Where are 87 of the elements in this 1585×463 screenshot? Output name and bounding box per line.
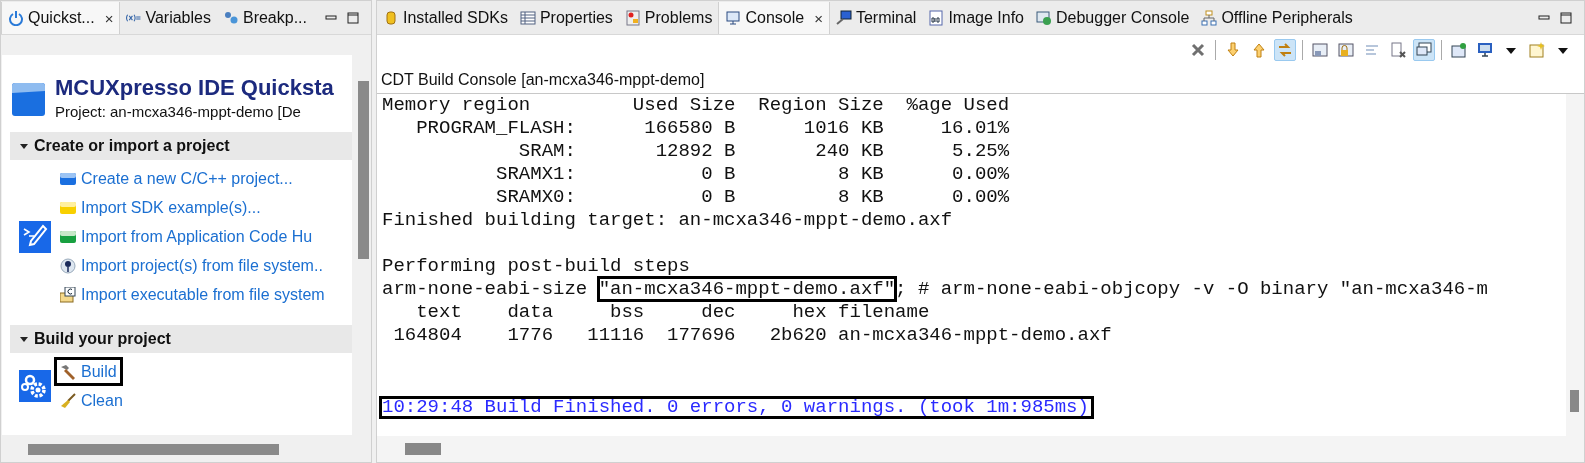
debug-icon bbox=[1036, 10, 1052, 26]
tab-label[interactable]: Breakp... bbox=[242, 9, 307, 27]
table-icon bbox=[519, 10, 536, 26]
caret-icon[interactable] bbox=[20, 142, 28, 150]
monitor-icon bbox=[1477, 42, 1493, 58]
pin-icon bbox=[60, 257, 76, 274]
word-wrap-icon bbox=[1364, 42, 1380, 58]
binary-file-icon bbox=[928, 10, 945, 26]
cylinder-icon bbox=[383, 10, 399, 26]
section-header[interactable]: Build your project bbox=[10, 325, 352, 353]
monitor-icon bbox=[725, 10, 742, 26]
quickstart-link[interactable]: Import SDK example(s)... bbox=[54, 193, 267, 222]
tab[interactable]: Debugger Console bbox=[1030, 2, 1196, 34]
tab-label[interactable]: Image Info bbox=[948, 9, 1024, 27]
tab-label[interactable]: Properties bbox=[539, 9, 613, 27]
tab-label[interactable]: Problems bbox=[644, 9, 713, 27]
quickstart-link[interactable]: Build bbox=[54, 357, 123, 386]
folder-icon bbox=[60, 170, 76, 187]
console-line: SRAM: 12892 B 240 KB 5.25% bbox=[517, 140, 1010, 163]
tab[interactable]: Installed SDKs bbox=[377, 2, 514, 34]
console-line: Finished building target: an-mcxa346-mppt-demo.axf bbox=[382, 209, 953, 232]
tab[interactable]: Offline Peripherals bbox=[1195, 2, 1359, 34]
quickstart-link[interactable]: Create a new C/C++ project... bbox=[54, 164, 299, 193]
power-icon bbox=[8, 10, 24, 26]
quickstart-link[interactable]: Import from Application Code Hu bbox=[54, 222, 319, 251]
tab[interactable]: Terminal bbox=[829, 2, 923, 34]
console-line: Memory region Used Size Region Size %age Used bbox=[382, 94, 1010, 117]
tab[interactable]: Quickst... × bbox=[1, 2, 121, 34]
tab-label[interactable]: Offline Peripherals bbox=[1221, 9, 1353, 27]
scrollbar[interactable] bbox=[1566, 94, 1584, 436]
swap-arrows-icon bbox=[1277, 42, 1293, 58]
pencil-icon bbox=[19, 220, 51, 253]
executable-file-icon bbox=[60, 286, 76, 303]
clear-console-icon bbox=[1390, 42, 1406, 58]
tab[interactable]: Variables bbox=[120, 2, 217, 34]
console-text: ; # arm-none-eabi-objcopy -v -O binary "an-mcxa346-m bbox=[895, 278, 1488, 300]
console-line: 164804 1776 11116 177696 2b620 an-mcxa346-mppt-demo.axf bbox=[392, 324, 1112, 347]
scrollbar[interactable] bbox=[377, 436, 1584, 462]
tab[interactable]: Image Info bbox=[922, 2, 1030, 34]
folder-icon bbox=[60, 199, 76, 216]
project-label: Project: an-mcxa346-mppt-demo [De bbox=[55, 103, 302, 120]
hierarchy-icon bbox=[1201, 10, 1218, 26]
console-title: CDT Build Console [an-mcxa346-mppt-demo] bbox=[377, 65, 1584, 93]
highlighted-text: "an-mcxa346-mppt-demo.axf" bbox=[598, 278, 896, 300]
save-icon bbox=[1312, 42, 1328, 58]
section-header[interactable]: Create or import a project bbox=[10, 132, 352, 160]
tab[interactable]: Console × bbox=[718, 2, 830, 34]
tab-label[interactable]: Variables bbox=[145, 9, 211, 27]
breakpoints-icon bbox=[222, 10, 239, 26]
quickstart-link[interactable]: Import project(s) from file system.. bbox=[54, 251, 329, 280]
console-text: arm-none-eabi-size bbox=[382, 278, 589, 300]
tab[interactable]: Properties bbox=[513, 2, 619, 34]
page-title: MCUXpresso IDE Quicksta bbox=[55, 75, 334, 101]
tab-label[interactable]: Console bbox=[745, 9, 805, 27]
pin-icon bbox=[1451, 42, 1467, 58]
console-line: Performing post-build steps bbox=[382, 255, 690, 278]
tab-label[interactable]: Installed SDKs bbox=[403, 9, 508, 27]
tab-label[interactable]: Debugger Console bbox=[1056, 9, 1190, 27]
tab[interactable]: Problems bbox=[618, 2, 719, 34]
quickstart-link[interactable]: Import executable from file system bbox=[54, 280, 331, 309]
folder-icon bbox=[60, 228, 76, 245]
variables-icon bbox=[126, 14, 142, 22]
tab-label[interactable]: Terminal bbox=[855, 9, 917, 27]
terminal-icon bbox=[835, 10, 852, 26]
remove-icon bbox=[1190, 42, 1206, 58]
console-line: SRAMX0: 0 B 8 KB 0.00% bbox=[495, 186, 1010, 209]
arrow-down-icon bbox=[1225, 42, 1241, 58]
console-line: PROGRAM_FLASH: 166580 B 1016 KB 16.01% bbox=[415, 117, 1010, 140]
hammer-icon bbox=[60, 363, 76, 380]
lock-icon bbox=[1338, 42, 1354, 58]
new-console-icon bbox=[1529, 42, 1545, 58]
speech-bubble-icon bbox=[1416, 42, 1432, 58]
console-line: text data bss dec hex filename bbox=[415, 301, 930, 324]
tab-label[interactable]: Quickst... bbox=[28, 9, 95, 27]
console-line: SRAMX1: 0 B 8 KB 0.00% bbox=[495, 163, 1010, 186]
quickstart-link[interactable]: Clean bbox=[54, 386, 129, 415]
caret-icon[interactable] bbox=[20, 335, 28, 343]
gears-icon bbox=[19, 370, 51, 402]
close-button[interactable]: × bbox=[814, 9, 823, 27]
close-button[interactable]: × bbox=[104, 9, 114, 27]
ide-logo-icon bbox=[12, 83, 45, 116]
maximize-icon[interactable] bbox=[1560, 11, 1572, 24]
tab[interactable]: Breakp... bbox=[216, 2, 313, 34]
broom-icon bbox=[60, 392, 76, 409]
maximize-icon[interactable] bbox=[347, 11, 359, 24]
problems-icon bbox=[624, 10, 641, 26]
arrow-up-icon bbox=[1251, 42, 1267, 58]
